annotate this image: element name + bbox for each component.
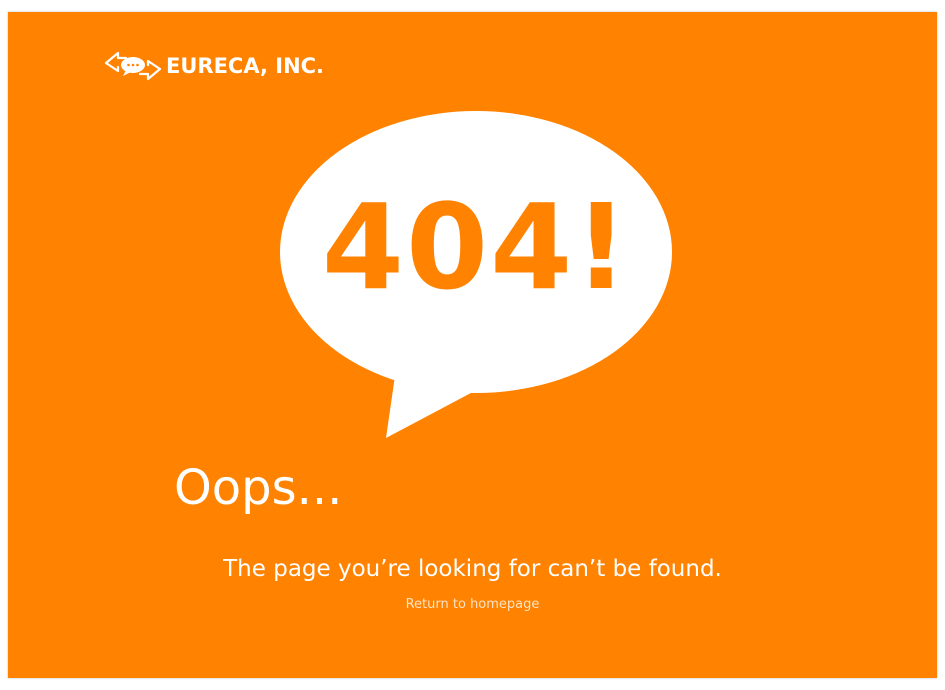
brand-logo[interactable]: EURECA, INC. [104, 49, 324, 83]
brand-name: EURECA, INC. [166, 53, 325, 78]
return-home-link[interactable]: Return to homepage [406, 597, 540, 612]
error-heading: Oops... [174, 460, 343, 516]
return-home-link-row: Return to homepage [8, 598, 937, 611]
error-code: 404! [321, 178, 631, 316]
error-page: EURECA, INC. 404! Oops... The page you’r… [8, 12, 937, 678]
error-message: The page you’re looking for can’t be fou… [223, 556, 722, 582]
speech-arrows-icon [104, 51, 162, 81]
